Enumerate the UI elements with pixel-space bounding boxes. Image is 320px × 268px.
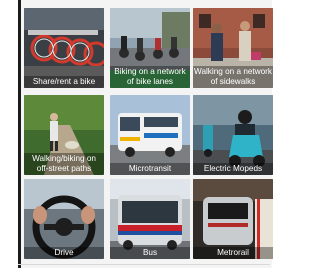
tile-biking-bike-lanes[interactable]: Biking on a network of bike lanes xyxy=(110,8,190,88)
tile-label: Walking on a network of sidewalks xyxy=(193,66,273,88)
tile-label: Metrorail xyxy=(193,246,273,259)
tile-electric-mopeds[interactable]: Electric Mopeds xyxy=(193,95,273,175)
tile-walking-sidewalks[interactable]: Walking on a network of sidewalks xyxy=(193,8,273,88)
tile-label: Biking on a network of bike lanes xyxy=(110,66,190,88)
tile-label: Electric Mopeds xyxy=(193,162,273,175)
tile-metrorail[interactable]: Metrorail xyxy=(193,179,273,259)
tile-drive[interactable]: Drive xyxy=(24,179,104,259)
tile-label: Walking/biking on off-street paths xyxy=(24,153,104,175)
tile-bus[interactable]: Bus xyxy=(110,179,190,259)
tile-microtransit[interactable]: Microtransit xyxy=(110,95,190,175)
tile-label: Microtransit xyxy=(110,162,190,175)
tile-share-rent-a-bike[interactable]: Share/rent a bike xyxy=(24,8,104,88)
tile-label: Drive xyxy=(24,246,104,259)
divider xyxy=(18,264,270,265)
tile-label: Bus xyxy=(110,246,190,259)
tile-label: Share/rent a bike xyxy=(24,75,104,88)
tile-walking-biking-off-street-paths[interactable]: Walking/biking on off-street paths xyxy=(24,95,104,175)
